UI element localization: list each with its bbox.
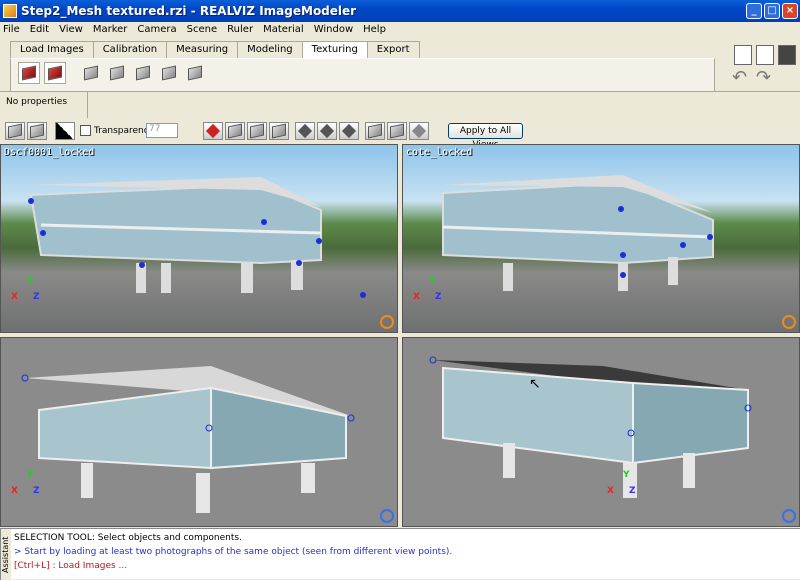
axis-gizmo: YXZ (11, 470, 40, 496)
contrast-icon[interactable] (55, 122, 75, 140)
view-label: cote_locked (406, 147, 473, 158)
menu-bar: File Edit View Marker Camera Scene Ruler… (0, 22, 800, 37)
app-icon (3, 4, 17, 18)
menu-scene[interactable]: Scene (187, 24, 218, 35)
view-label: Dscf0001_locked (4, 147, 95, 158)
transparency-spinner[interactable]: 77 (146, 123, 178, 138)
orbit-icon[interactable] (380, 509, 394, 523)
orbit-icon[interactable] (782, 315, 796, 329)
view-bottom-left[interactable]: YXZ (0, 337, 398, 527)
multi-camera-icon[interactable] (27, 122, 47, 140)
menu-help[interactable]: Help (363, 24, 386, 35)
view-top-right[interactable]: cote_locked YXZ (402, 144, 800, 333)
menu-view[interactable]: View (59, 24, 83, 35)
texture-select-icon[interactable] (18, 62, 40, 84)
transparency-checkbox[interactable] (80, 125, 91, 136)
menu-edit[interactable]: Edit (30, 24, 49, 35)
menu-ruler[interactable]: Ruler (227, 24, 253, 35)
building-photo-left (28, 177, 366, 298)
save-icon[interactable] (778, 45, 796, 65)
texture-red-icon[interactable] (203, 122, 223, 140)
redo-icon[interactable]: ↷ (756, 67, 771, 88)
camera-icon[interactable] (387, 122, 407, 140)
building-render-right (429, 356, 752, 498)
texture-object-icon[interactable] (44, 62, 66, 84)
texture-blend-icon[interactable] (158, 62, 180, 84)
view-toolbar: Transparency 77 Apply to All Views (0, 118, 800, 150)
assistant-console: Assistant SELECTION TOOL: Select objects… (0, 528, 800, 580)
render-view-icon[interactable] (365, 122, 385, 140)
console-command-link[interactable]: [Ctrl+L] : Load Images ... (14, 561, 127, 571)
view-top-left[interactable]: Dscf0001_locked YXZ (0, 144, 398, 333)
building-render-left (21, 366, 355, 513)
ribbon: Load Images Calibration Measuring Modeli… (0, 37, 800, 92)
tab-export[interactable]: Export (366, 41, 420, 58)
minimize-button[interactable]: _ (746, 3, 762, 19)
axes-icon[interactable] (409, 122, 429, 140)
tab-modeling[interactable]: Modeling (237, 41, 303, 58)
orbit-icon[interactable] (380, 315, 394, 329)
smooth-icon[interactable] (295, 122, 315, 140)
console-line: SELECTION TOOL: Select objects and compo… (14, 533, 242, 543)
texture-project-icon[interactable] (132, 62, 154, 84)
tab-measuring[interactable]: Measuring (166, 41, 239, 58)
texture-mesh-icon[interactable] (184, 62, 206, 84)
apply-to-all-views-button[interactable]: Apply to All Views (448, 123, 523, 150)
assistant-tab[interactable]: Assistant (0, 529, 11, 580)
menu-marker[interactable]: Marker (93, 24, 128, 35)
open-file-icon[interactable] (756, 45, 774, 65)
flat-cube-icon[interactable] (247, 122, 267, 140)
menu-file[interactable]: File (3, 24, 20, 35)
wire-cube-icon[interactable] (269, 122, 289, 140)
close-button[interactable]: × (782, 3, 798, 19)
undo-icon[interactable]: ↶ (732, 67, 747, 88)
axis-gizmo: YXZ (607, 470, 636, 496)
building-photo-right (442, 175, 714, 291)
checker-small-icon[interactable] (339, 122, 359, 140)
properties-panel: No properties (0, 92, 88, 118)
shaded-cube-icon[interactable] (225, 122, 245, 140)
tab-calibration[interactable]: Calibration (92, 41, 168, 58)
window-title: Step2_Mesh textured.rzi - REALVIZ ImageM… (21, 4, 357, 18)
menu-camera[interactable]: Camera (137, 24, 176, 35)
mouse-cursor-icon: ↖ (529, 376, 541, 392)
view-bottom-right[interactable]: ↖ YXZ (402, 337, 800, 527)
tab-texturing[interactable]: Texturing (301, 41, 368, 59)
checker-icon[interactable] (317, 122, 337, 140)
maximize-button[interactable]: □ (764, 3, 780, 19)
texture-grid-icon[interactable] (80, 62, 102, 84)
console-hint: > Start by loading at least two photogra… (14, 547, 453, 557)
axis-gizmo: YXZ (11, 276, 40, 302)
orbit-icon[interactable] (782, 509, 796, 523)
menu-material[interactable]: Material (263, 24, 304, 35)
title-bar: Step2_Mesh textured.rzi - REALVIZ ImageM… (0, 0, 800, 22)
texture-extract-icon[interactable] (106, 62, 128, 84)
axis-gizmo: YXZ (413, 276, 442, 302)
menu-window[interactable]: Window (314, 24, 353, 35)
camera-view-icon[interactable] (5, 122, 25, 140)
new-file-icon[interactable] (734, 45, 752, 65)
tab-load-images[interactable]: Load Images (10, 41, 94, 58)
